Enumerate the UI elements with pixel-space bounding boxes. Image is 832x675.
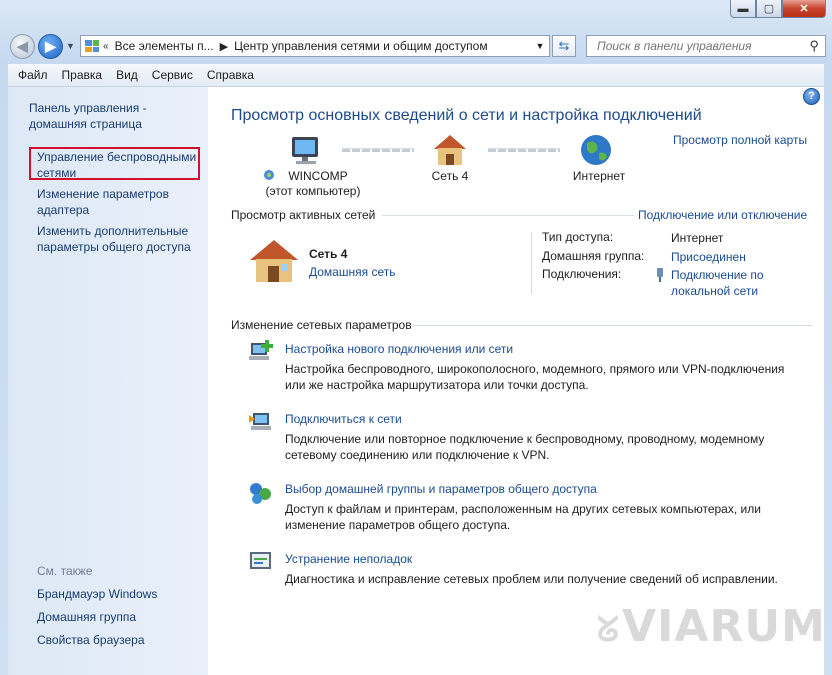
sidebar-item-control-panel-home[interactable]: Панель управления - домашняя страница	[29, 100, 147, 132]
computer-node-label: WINCOMP (этот компьютер)	[258, 169, 368, 199]
sidebar-item-label: домашняя страница	[29, 117, 142, 131]
menu-bar: Файл Правка Вид Сервис Справка	[8, 64, 824, 87]
sidebar-item-label: параметры общего доступа	[37, 240, 191, 254]
search-box[interactable]: ⚲	[586, 35, 826, 57]
setup-connection-link[interactable]: Настройка нового подключения или сети	[285, 342, 513, 356]
breadcrumb-item[interactable]: Все элементы п...	[115, 39, 214, 53]
map-connector	[488, 148, 560, 152]
divider	[382, 215, 634, 216]
description-line: изменение параметров общего доступа.	[285, 518, 511, 532]
network-type-link[interactable]: Домашняя сеть	[309, 264, 395, 280]
description-line: или же настройка маршрутизатора или точк…	[285, 378, 589, 392]
divider	[531, 232, 532, 294]
network-node-label: Сеть 4	[431, 169, 469, 183]
connect-disconnect-link[interactable]: Подключение или отключение	[638, 208, 807, 222]
maximize-button[interactable]: ▢	[756, 0, 782, 18]
access-type-label: Тип доступа:	[542, 230, 614, 244]
sidebar-item-firewall[interactable]: Брандмауэр Windows	[37, 586, 157, 602]
sidebar-item-label: сетями	[37, 166, 77, 180]
back-arrow-icon[interactable]: ◀	[10, 34, 35, 59]
troubleshoot-link[interactable]: Устранение неполадок	[285, 552, 412, 566]
breadcrumb-separator-icon[interactable]: ▶	[220, 40, 228, 53]
see-also-heading: См. также	[37, 564, 93, 578]
watermark: ᘜVIARUM	[597, 601, 826, 652]
sidebar-item-adapter[interactable]: Изменение параметров адаптера	[37, 186, 169, 218]
sidebar-item-label: Изменить дополнительные	[37, 224, 189, 238]
full-map-link[interactable]: Просмотр полной карты	[673, 133, 807, 147]
sidebar-item-label: адаптера	[37, 203, 90, 217]
local-connection-link[interactable]: Подключение по локальной сети	[671, 267, 764, 299]
connect-icon	[249, 413, 271, 430]
history-dropdown-icon[interactable]: ▼	[66, 41, 75, 51]
search-icon[interactable]: ⚲	[809, 38, 819, 54]
network-setup-icon	[249, 340, 273, 360]
close-button[interactable]: ✕	[782, 0, 826, 18]
internet-node-label: Интернет	[572, 169, 626, 183]
sidebar-item-label: Управление беспроводными	[37, 150, 197, 164]
search-input[interactable]	[587, 38, 799, 54]
computer-subtitle: (этот компьютер)	[265, 184, 361, 198]
computer-name: WINCOMP	[288, 169, 348, 183]
connection-link-line: Подключение по	[671, 268, 764, 282]
connect-to-network-link[interactable]: Подключиться к сети	[285, 412, 402, 426]
house-icon	[434, 135, 466, 165]
description-line: Подключение или повторное подключение к …	[285, 432, 765, 446]
ethernet-icon	[657, 268, 663, 282]
house-icon	[250, 240, 298, 282]
connections-label: Подключения:	[542, 267, 622, 281]
address-dropdown-icon[interactable]: ▼	[531, 41, 549, 51]
map-connector	[342, 148, 414, 152]
connect-to-network-description: Подключение или повторное подключение к …	[285, 431, 805, 463]
help-icon[interactable]: ?	[803, 88, 820, 105]
network-name: Сеть 4	[309, 247, 348, 261]
homegroup-sharing-description: Доступ к файлам и принтерам, расположенн…	[285, 501, 805, 533]
menu-tools[interactable]: Сервис	[152, 68, 193, 82]
page-title: Просмотр основных сведений о сети и наст…	[231, 107, 702, 124]
network-center-icon	[85, 40, 99, 52]
sidebar-item-label: Панель управления -	[29, 101, 147, 115]
menu-help[interactable]: Справка	[207, 68, 254, 82]
refresh-icon[interactable]: ⇆	[552, 35, 576, 57]
address-bar[interactable]: « Все элементы п... ▶ Центр управления с…	[80, 35, 550, 57]
breadcrumb-overflow-icon[interactable]: «	[103, 41, 109, 52]
sidebar-item-wireless[interactable]: Управление беспроводными сетями	[37, 149, 196, 181]
minimize-button[interactable]: ▬	[730, 0, 756, 18]
description-line: Доступ к файлам и принтерам, расположенн…	[285, 502, 761, 516]
active-networks-heading: Просмотр активных сетей	[231, 208, 376, 222]
caption-buttons: ▬ ▢ ✕	[730, 0, 826, 18]
homegroup-label: Домашняя группа:	[542, 249, 645, 263]
watermark-text: VIARUM	[622, 601, 826, 652]
homegroup-sharing-link[interactable]: Выбор домашней группы и параметров общег…	[285, 482, 597, 496]
sidebar-item-browser[interactable]: Свойства браузера	[37, 632, 145, 648]
menu-view[interactable]: Вид	[116, 68, 138, 82]
globe-icon	[581, 135, 611, 165]
homegroup-icon	[250, 483, 271, 504]
description-line: сетевому соединению или подключение к VP…	[285, 448, 550, 462]
troubleshoot-description: Диагностика и исправление сетевых пробле…	[285, 571, 805, 587]
connection-link-line: локальной сети	[671, 284, 759, 298]
troubleshoot-icon	[250, 552, 271, 569]
breadcrumb-item-current[interactable]: Центр управления сетями и общим доступом	[234, 39, 488, 53]
watermark-logo-icon: ᘜ	[597, 610, 620, 650]
menu-file[interactable]: Файл	[18, 68, 48, 82]
description-line: Настройка беспроводного, широкополосного…	[285, 362, 785, 376]
computer-icon	[292, 137, 318, 164]
access-type-value: Интернет	[671, 231, 724, 245]
homegroup-link[interactable]: Присоединен	[671, 249, 746, 265]
change-settings-heading: Изменение сетевых параметров	[231, 318, 412, 332]
sidebar-item-sharing[interactable]: Изменить дополнительные параметры общего…	[37, 223, 191, 255]
menu-edit[interactable]: Правка	[62, 68, 103, 82]
navigation-bar: ◀ ▶ ▼ « Все элементы п... ▶ Центр управл…	[8, 33, 826, 61]
description-line: Диагностика и исправление сетевых пробле…	[285, 572, 778, 586]
sidebar-item-label: Изменение параметров	[37, 187, 169, 201]
sidebar-item-homegroup[interactable]: Домашняя группа	[37, 609, 136, 625]
setup-connection-description: Настройка беспроводного, широкополосного…	[285, 361, 805, 393]
forward-arrow-icon[interactable]: ▶	[38, 34, 63, 59]
divider	[413, 325, 812, 326]
